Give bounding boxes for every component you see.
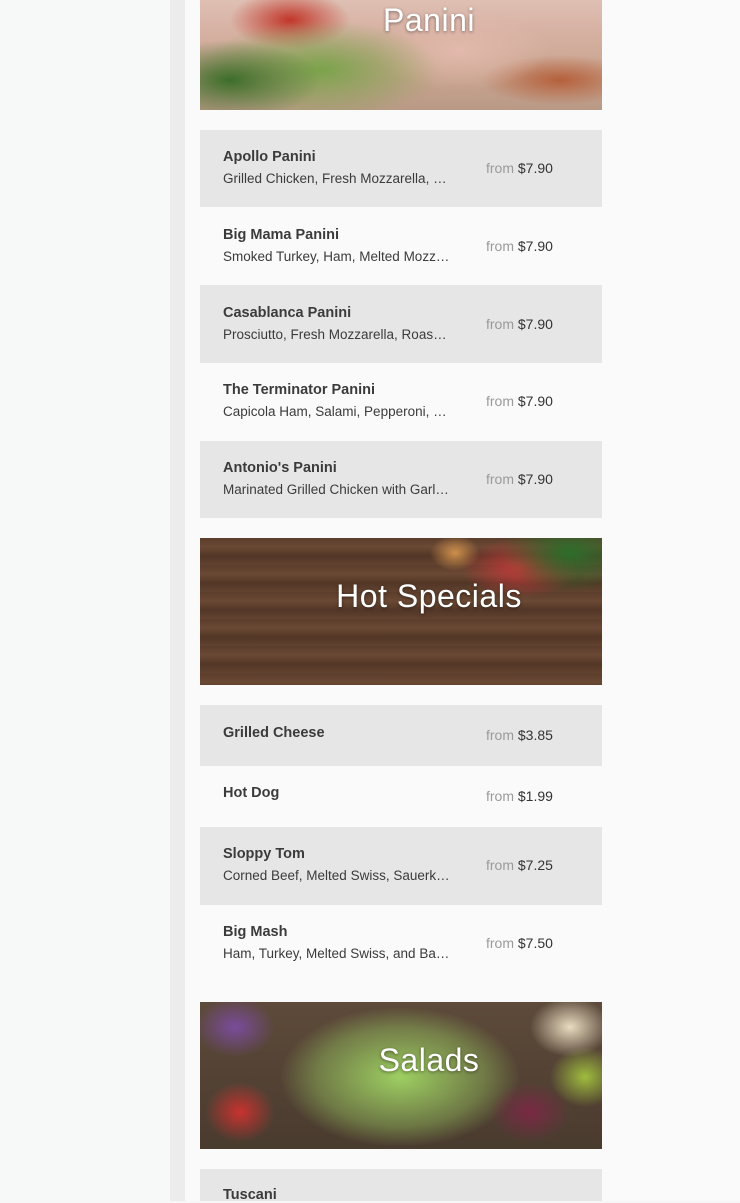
section-banner-salads: Salads — [200, 1002, 602, 1149]
item-price: from $7.90 — [486, 393, 553, 409]
menu-item[interactable]: Sloppy Tom Corned Beef, Melted Swiss, Sa… — [200, 827, 602, 905]
item-description: Smoked Turkey, Ham, Melted Mozz… — [223, 249, 450, 264]
pane-divider — [170, 0, 185, 1201]
item-price: from $7.25 — [486, 857, 553, 873]
menu-item[interactable]: Grilled Cheese from $3.85 — [200, 705, 602, 766]
section-banner-panini: Panini — [200, 0, 602, 110]
item-price: from $7.90 — [486, 316, 553, 332]
item-description: Prosciutto, Fresh Mozzarella, Roas… — [223, 327, 447, 342]
item-name: Big Mash — [223, 924, 288, 940]
item-price: from $3.85 — [486, 727, 553, 743]
item-price: from $7.90 — [486, 160, 553, 176]
section-title: Salads — [378, 1042, 480, 1078]
item-price: from $7.50 — [486, 935, 553, 951]
menu-item[interactable]: Big Mash Ham, Turkey, Melted Swiss, and … — [200, 905, 602, 982]
item-price: from $7.90 — [486, 471, 553, 487]
section-title: Panini — [383, 2, 475, 38]
item-name: Apollo Panini — [223, 149, 316, 165]
item-name: Antonio's Panini — [223, 460, 337, 476]
item-name: The Terminator Panini — [223, 382, 376, 398]
item-name: Sloppy Tom — [223, 846, 305, 862]
left-pane — [0, 0, 170, 1201]
menu-item[interactable]: The Terminator Panini Capicola Ham, Sala… — [200, 363, 602, 441]
item-description: Ham, Turkey, Melted Swiss, and Ba… — [223, 946, 450, 961]
item-name: Casablanca Panini — [223, 305, 352, 321]
menu-item[interactable]: Casablanca Panini Prosciutto, Fresh Mozz… — [200, 285, 602, 363]
section-banner-hot-specials: Hot Specials — [200, 538, 602, 685]
item-price: from $1.99 — [486, 788, 553, 804]
menu-item[interactable]: Apollo Panini Grilled Chicken, Fresh Moz… — [200, 130, 602, 207]
item-name: Hot Dog — [223, 785, 280, 801]
section-title: Hot Specials — [336, 578, 522, 614]
menu-item[interactable]: Antonio's Panini Marinated Grilled Chick… — [200, 441, 602, 518]
item-description: Corned Beef, Melted Swiss, Sauerkr… — [223, 868, 451, 883]
item-price: from $7.90 — [486, 238, 553, 254]
menu-item[interactable]: Big Mama Panini Smoked Turkey, Ham, Melt… — [200, 207, 602, 285]
menu-item[interactable]: Hot Dog from $1.99 — [200, 766, 602, 827]
item-description: Grilled Chicken, Fresh Mozzarella, … — [223, 171, 447, 186]
menu-item[interactable]: Tuscani — [200, 1169, 602, 1203]
item-description: Capicola Ham, Salami, Pepperoni, … — [223, 404, 447, 419]
item-name: Grilled Cheese — [223, 725, 325, 741]
item-name: Big Mama Panini — [223, 227, 340, 243]
item-description: Marinated Grilled Chicken with Garl… — [223, 482, 449, 497]
